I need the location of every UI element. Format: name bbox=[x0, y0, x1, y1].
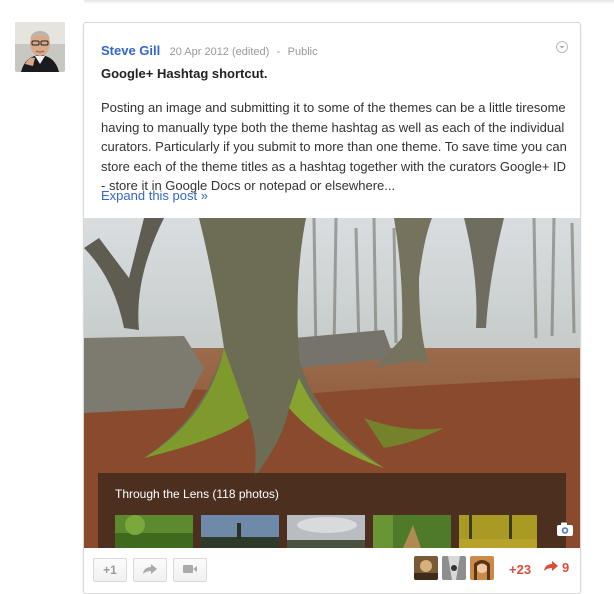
post-card: Steve Gill 20 Apr 2012 (edited) - Public… bbox=[83, 22, 581, 594]
video-camera-icon bbox=[182, 563, 198, 578]
post-date[interactable]: 20 Apr 2012 (edited) bbox=[170, 46, 270, 58]
plus-one-button[interactable]: +1 bbox=[93, 558, 127, 582]
sharer-avatar[interactable] bbox=[470, 556, 494, 580]
author-avatar[interactable] bbox=[15, 22, 65, 72]
post-title: Google+ Hashtag shortcut. bbox=[101, 66, 268, 81]
sharer-avatar[interactable] bbox=[414, 556, 438, 580]
visibility-label[interactable]: Public bbox=[288, 46, 318, 58]
post-header: Steve Gill 20 Apr 2012 (edited) - Public bbox=[101, 43, 318, 58]
previous-post-edge bbox=[84, 0, 614, 4]
album-thumbnail-4[interactable] bbox=[373, 515, 451, 548]
album-thumbnail-5[interactable] bbox=[459, 515, 537, 548]
share-count-value: 9 bbox=[562, 560, 570, 575]
album-thumbnail-3[interactable] bbox=[287, 515, 365, 548]
camera-icon[interactable] bbox=[556, 521, 574, 537]
post-body: Posting an image and submitting it to so… bbox=[101, 100, 567, 193]
album-title[interactable]: Through the Lens (118 photos) bbox=[115, 487, 279, 501]
hangout-button[interactable] bbox=[173, 558, 207, 582]
album-bar[interactable]: Through the Lens (118 photos) bbox=[98, 473, 566, 548]
expand-post-link[interactable]: Expand this post » bbox=[101, 188, 208, 203]
share-count[interactable]: 9 bbox=[543, 560, 569, 575]
album-thumbnail-2[interactable] bbox=[201, 515, 279, 548]
post-actions: +1 +23 9 bbox=[84, 548, 580, 593]
chevron-down-icon[interactable] bbox=[556, 40, 568, 53]
plus-one-count[interactable]: +23 bbox=[509, 562, 531, 577]
plus-one-label: +1 bbox=[103, 563, 117, 577]
sharer-avatar[interactable] bbox=[442, 556, 466, 580]
share-button[interactable] bbox=[133, 558, 167, 582]
meta-separator: - bbox=[276, 46, 281, 58]
share-arrow-icon bbox=[142, 563, 158, 578]
reshare-arrow-icon bbox=[543, 560, 559, 575]
author-name[interactable]: Steve Gill bbox=[101, 43, 160, 58]
album-thumbnail-1[interactable] bbox=[115, 515, 193, 548]
album-cover-photo[interactable]: Through the Lens (118 photos) bbox=[84, 218, 580, 548]
